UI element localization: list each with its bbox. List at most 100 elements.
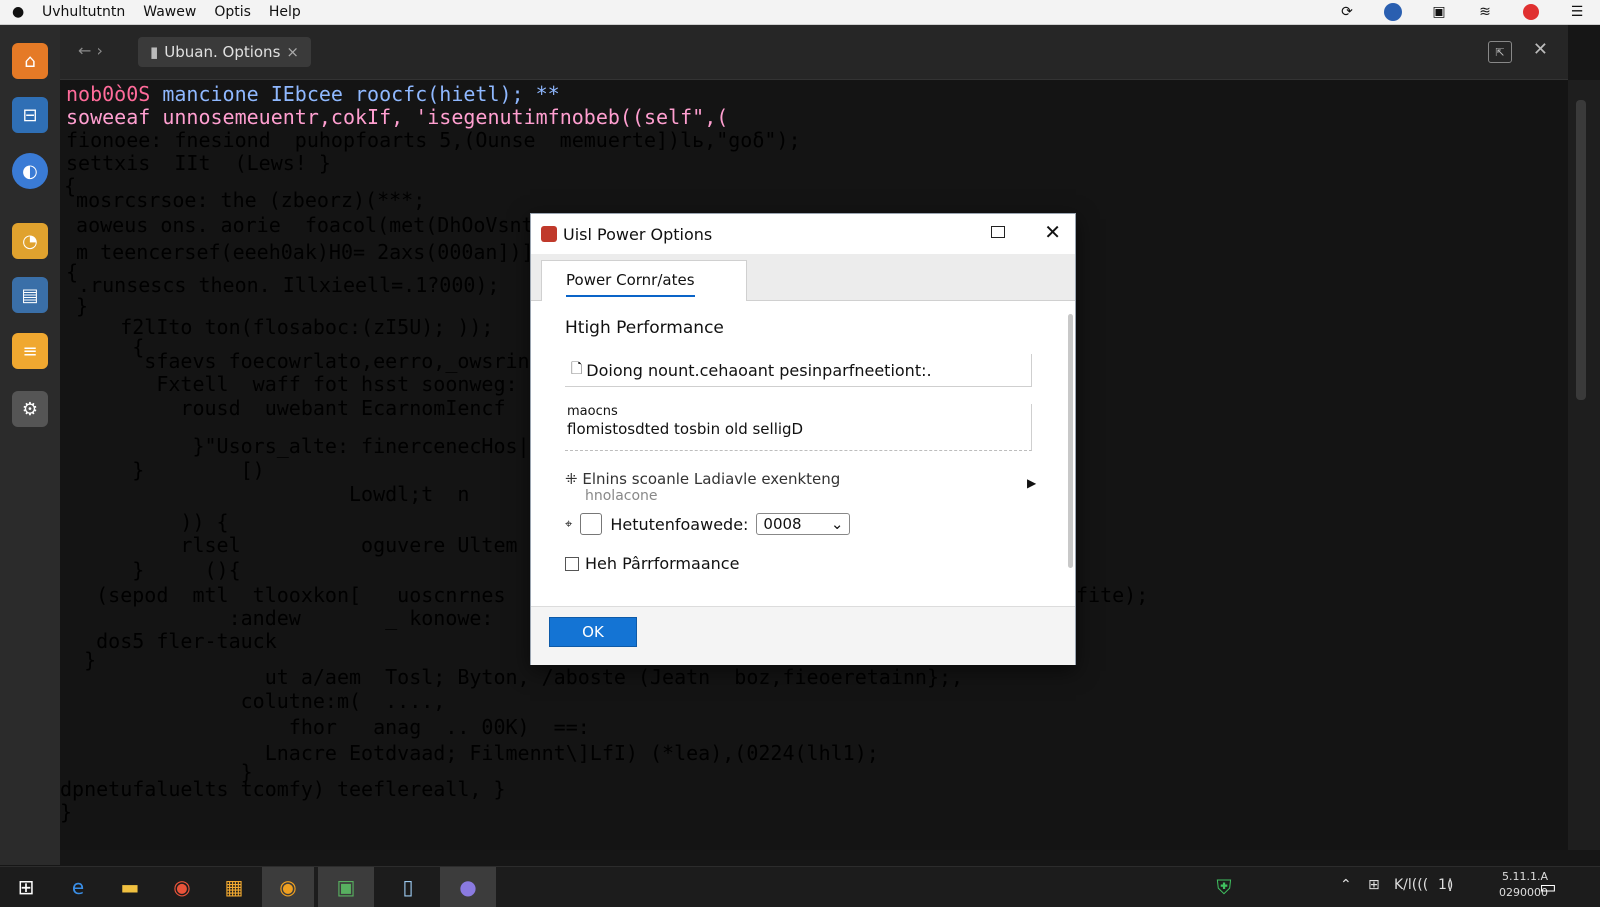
code-line: ut a/aem Tosl; Byton, /aboste (Jeatn boz… bbox=[60, 665, 964, 689]
display-icon[interactable]: ▣ bbox=[1428, 2, 1450, 22]
window-close-icon[interactable]: ✕ bbox=[1533, 39, 1548, 60]
menu-bar: ● Uvhultutntn Wawew Optis Help ⟳ ▣ ≋ ☰ bbox=[0, 0, 1600, 25]
browser-icon[interactable]: ◐ bbox=[12, 153, 48, 189]
forward-icon[interactable]: › bbox=[97, 41, 103, 60]
tab-label: Ubuan. Options bbox=[164, 43, 281, 61]
code-line: settxis IIt (Lews! } bbox=[66, 151, 331, 175]
heuristic-row: ⌖ Hetutenfoawede: 0008 ⌄ bbox=[565, 512, 851, 536]
tray-network-icon[interactable]: 1≬ bbox=[1438, 877, 1453, 893]
firefox-icon[interactable]: ◉ bbox=[262, 867, 314, 907]
grid-icon: ⁜ bbox=[565, 470, 578, 488]
code-line: sfaevs foecowrlato,eerro,_owsrin bbox=[60, 349, 530, 373]
code-line: :andew _ konowe: bbox=[60, 606, 506, 630]
heuristic-select-value: 0008 bbox=[763, 515, 802, 533]
terminal-scrollbar[interactable] bbox=[1568, 80, 1600, 850]
expand-arrow-icon[interactable]: ▶ bbox=[1027, 476, 1036, 490]
code-line: fite); bbox=[1076, 583, 1149, 607]
popout-icon[interactable]: ⇱ bbox=[1488, 41, 1512, 63]
notification-icon[interactable] bbox=[1520, 2, 1542, 22]
code-line: mosrcsrsoe: the (zbeorz)(***; bbox=[64, 188, 426, 212]
high-performance-row[interactable]: Heh Pârrformaance bbox=[565, 554, 739, 573]
ok-button[interactable]: OK bbox=[549, 617, 637, 647]
chrome-icon[interactable]: ◉ bbox=[156, 867, 208, 907]
tab-close-icon[interactable]: × bbox=[286, 43, 299, 61]
refresh-icon[interactable]: ⟳ bbox=[1336, 2, 1358, 22]
scroll-thumb[interactable] bbox=[1576, 100, 1586, 400]
target-icon: ⌖ bbox=[565, 516, 573, 532]
calendar-icon[interactable]: ▦ bbox=[208, 867, 260, 907]
close-icon[interactable]: ✕ bbox=[1044, 220, 1061, 244]
code-line: fionoee: fnesiond puhopfoarts 5,(Ounse m… bbox=[66, 128, 801, 152]
browser-icon[interactable] bbox=[1382, 2, 1404, 22]
code-line: } (){ bbox=[60, 558, 241, 582]
code-line: Fxtell waff fot hsst soonweg: bbox=[60, 372, 518, 396]
code-line: rousd uwebant EcarnomIencf bbox=[60, 396, 506, 420]
dialog-footer: OK bbox=[531, 606, 1075, 665]
start-icon[interactable]: ⊞ bbox=[0, 867, 52, 907]
app-circle-icon[interactable]: ● bbox=[440, 867, 496, 907]
folder-icon[interactable]: ▬ bbox=[104, 867, 156, 907]
chevron-down-icon: ⌄ bbox=[830, 515, 844, 533]
tab-label: Power Cornr/ates bbox=[566, 271, 695, 297]
tray-keyboard-icon[interactable]: ⊞ bbox=[1368, 877, 1380, 893]
code-line: }"Usors_alte: finercenecHos|m bbox=[60, 434, 542, 458]
heuristic-checkbox[interactable] bbox=[580, 513, 603, 535]
dialog-scrollbar[interactable] bbox=[1068, 314, 1073, 568]
code-line: fhor anag .. 00K) ==: bbox=[60, 715, 590, 739]
home-icon[interactable]: ⌂ bbox=[12, 43, 48, 79]
dialog-titlebar[interactable]: Uisl Power Options ✕ bbox=[531, 214, 1075, 254]
tray-volume-icon[interactable]: K/l((( bbox=[1394, 877, 1428, 893]
menu-item-options[interactable]: Optis bbox=[214, 4, 251, 20]
code-line: } bbox=[60, 800, 73, 824]
menu-item-view[interactable]: Wawew bbox=[143, 4, 196, 20]
left-dock: ⌂ ⊟ ◐ ◔ ▤ ≡ ⚙ bbox=[0, 25, 60, 865]
heuristic-label: Hetutenfoawede: bbox=[610, 514, 749, 534]
menu-icon[interactable]: ☰ bbox=[1566, 2, 1588, 22]
settings-textarea[interactable]: maocns flomistosdted tosbin old selligD bbox=[565, 404, 1032, 451]
terminal-tab[interactable]: ▮ Ubuan. Options × bbox=[138, 37, 311, 67]
code-line: )) { bbox=[60, 510, 229, 534]
code-line: dpnetufaluelts tcomfy) teeflereall, } bbox=[60, 777, 506, 801]
app-window-icon[interactable]: ▣ bbox=[318, 867, 374, 907]
heuristic-select[interactable]: 0008 ⌄ bbox=[756, 513, 851, 535]
chrome-icon[interactable]: ◔ bbox=[12, 223, 48, 259]
enable-scalable-label: Elnins scoanle Ladiavle exenkteng bbox=[582, 470, 841, 488]
notes-icon[interactable]: ≡ bbox=[12, 333, 48, 369]
enable-scalable-sublabel: hnolacone bbox=[585, 488, 658, 504]
plan-description-value: Doiong nount.cehaoant pesinparfneetiont:… bbox=[586, 360, 932, 380]
code-line: rlsel oguvere Ultem bbox=[60, 533, 518, 557]
textarea-value: flomistosdted tosbin old selligD bbox=[567, 420, 804, 438]
editor-icon[interactable]: ⊟ bbox=[12, 97, 48, 133]
code-line: } [) bbox=[60, 458, 265, 482]
menubar-status-area: ⟳ ▣ ≋ ☰ bbox=[1324, 0, 1600, 24]
plan-description-field[interactable]: 🗋 Doiong nount.cehaoant pesinparfneetion… bbox=[565, 354, 1032, 387]
recycle-icon[interactable]: ▯ bbox=[382, 867, 434, 907]
high-performance-checkbox[interactable] bbox=[565, 556, 579, 571]
plan-name: Htigh Performance bbox=[565, 318, 724, 338]
code-line: colutne:m( ...., bbox=[60, 689, 446, 713]
settings-icon[interactable]: ⚙ bbox=[12, 391, 48, 427]
wifi-icon[interactable]: ≋ bbox=[1474, 2, 1496, 22]
maximize-icon[interactable] bbox=[991, 226, 1005, 238]
back-icon[interactable]: ← bbox=[78, 41, 91, 60]
apple-menu-icon[interactable]: ● bbox=[12, 4, 32, 20]
terminal-tab-bar: ← › ▮ Ubuan. Options × ⇱ ✕ bbox=[60, 25, 1568, 80]
tab-power-cornrates[interactable]: Power Cornr/ates bbox=[541, 260, 747, 301]
edge-icon[interactable]: e bbox=[52, 867, 104, 907]
action-center-icon[interactable]: ▭ bbox=[1528, 867, 1568, 907]
code-line: (sepod mtl tlooxkon[ uoscnrnes m bbox=[60, 583, 542, 607]
menu-item-help[interactable]: Help bbox=[269, 4, 301, 20]
code-line: .runsescs theon. Illxieell=.1?000); bbox=[66, 273, 500, 297]
menu-item-app[interactable]: Uvhultutntn bbox=[42, 4, 125, 20]
files-icon[interactable]: ▤ bbox=[12, 277, 48, 313]
dialog-tab-strip: Power Cornr/ates bbox=[531, 254, 1075, 301]
document-icon: 🗋 bbox=[571, 361, 583, 377]
shield-icon[interactable]: ⛨ bbox=[1198, 867, 1250, 907]
power-app-icon bbox=[541, 226, 557, 242]
tray-chevron-icon[interactable]: ⌃ bbox=[1340, 877, 1352, 893]
nav-arrows[interactable]: ← › bbox=[78, 41, 103, 60]
enable-scalable-row[interactable]: ⁜ Elnins scoanle Ladiavle exenkteng hnol… bbox=[565, 470, 840, 504]
taskbar: ⊞ e ▬ ◉ ▦ ◉ ▣ ▯ ● ⛨ ⌃ ⊞ K/l((( 1≬ 5.11.1… bbox=[0, 866, 1600, 907]
code-line: m teencersef(eeeh0ak)H0= 2axs(000an])]; bbox=[64, 240, 546, 264]
code-line: soweeaf unnosemeuentr,cokIf, 'isegenutim… bbox=[66, 105, 729, 129]
